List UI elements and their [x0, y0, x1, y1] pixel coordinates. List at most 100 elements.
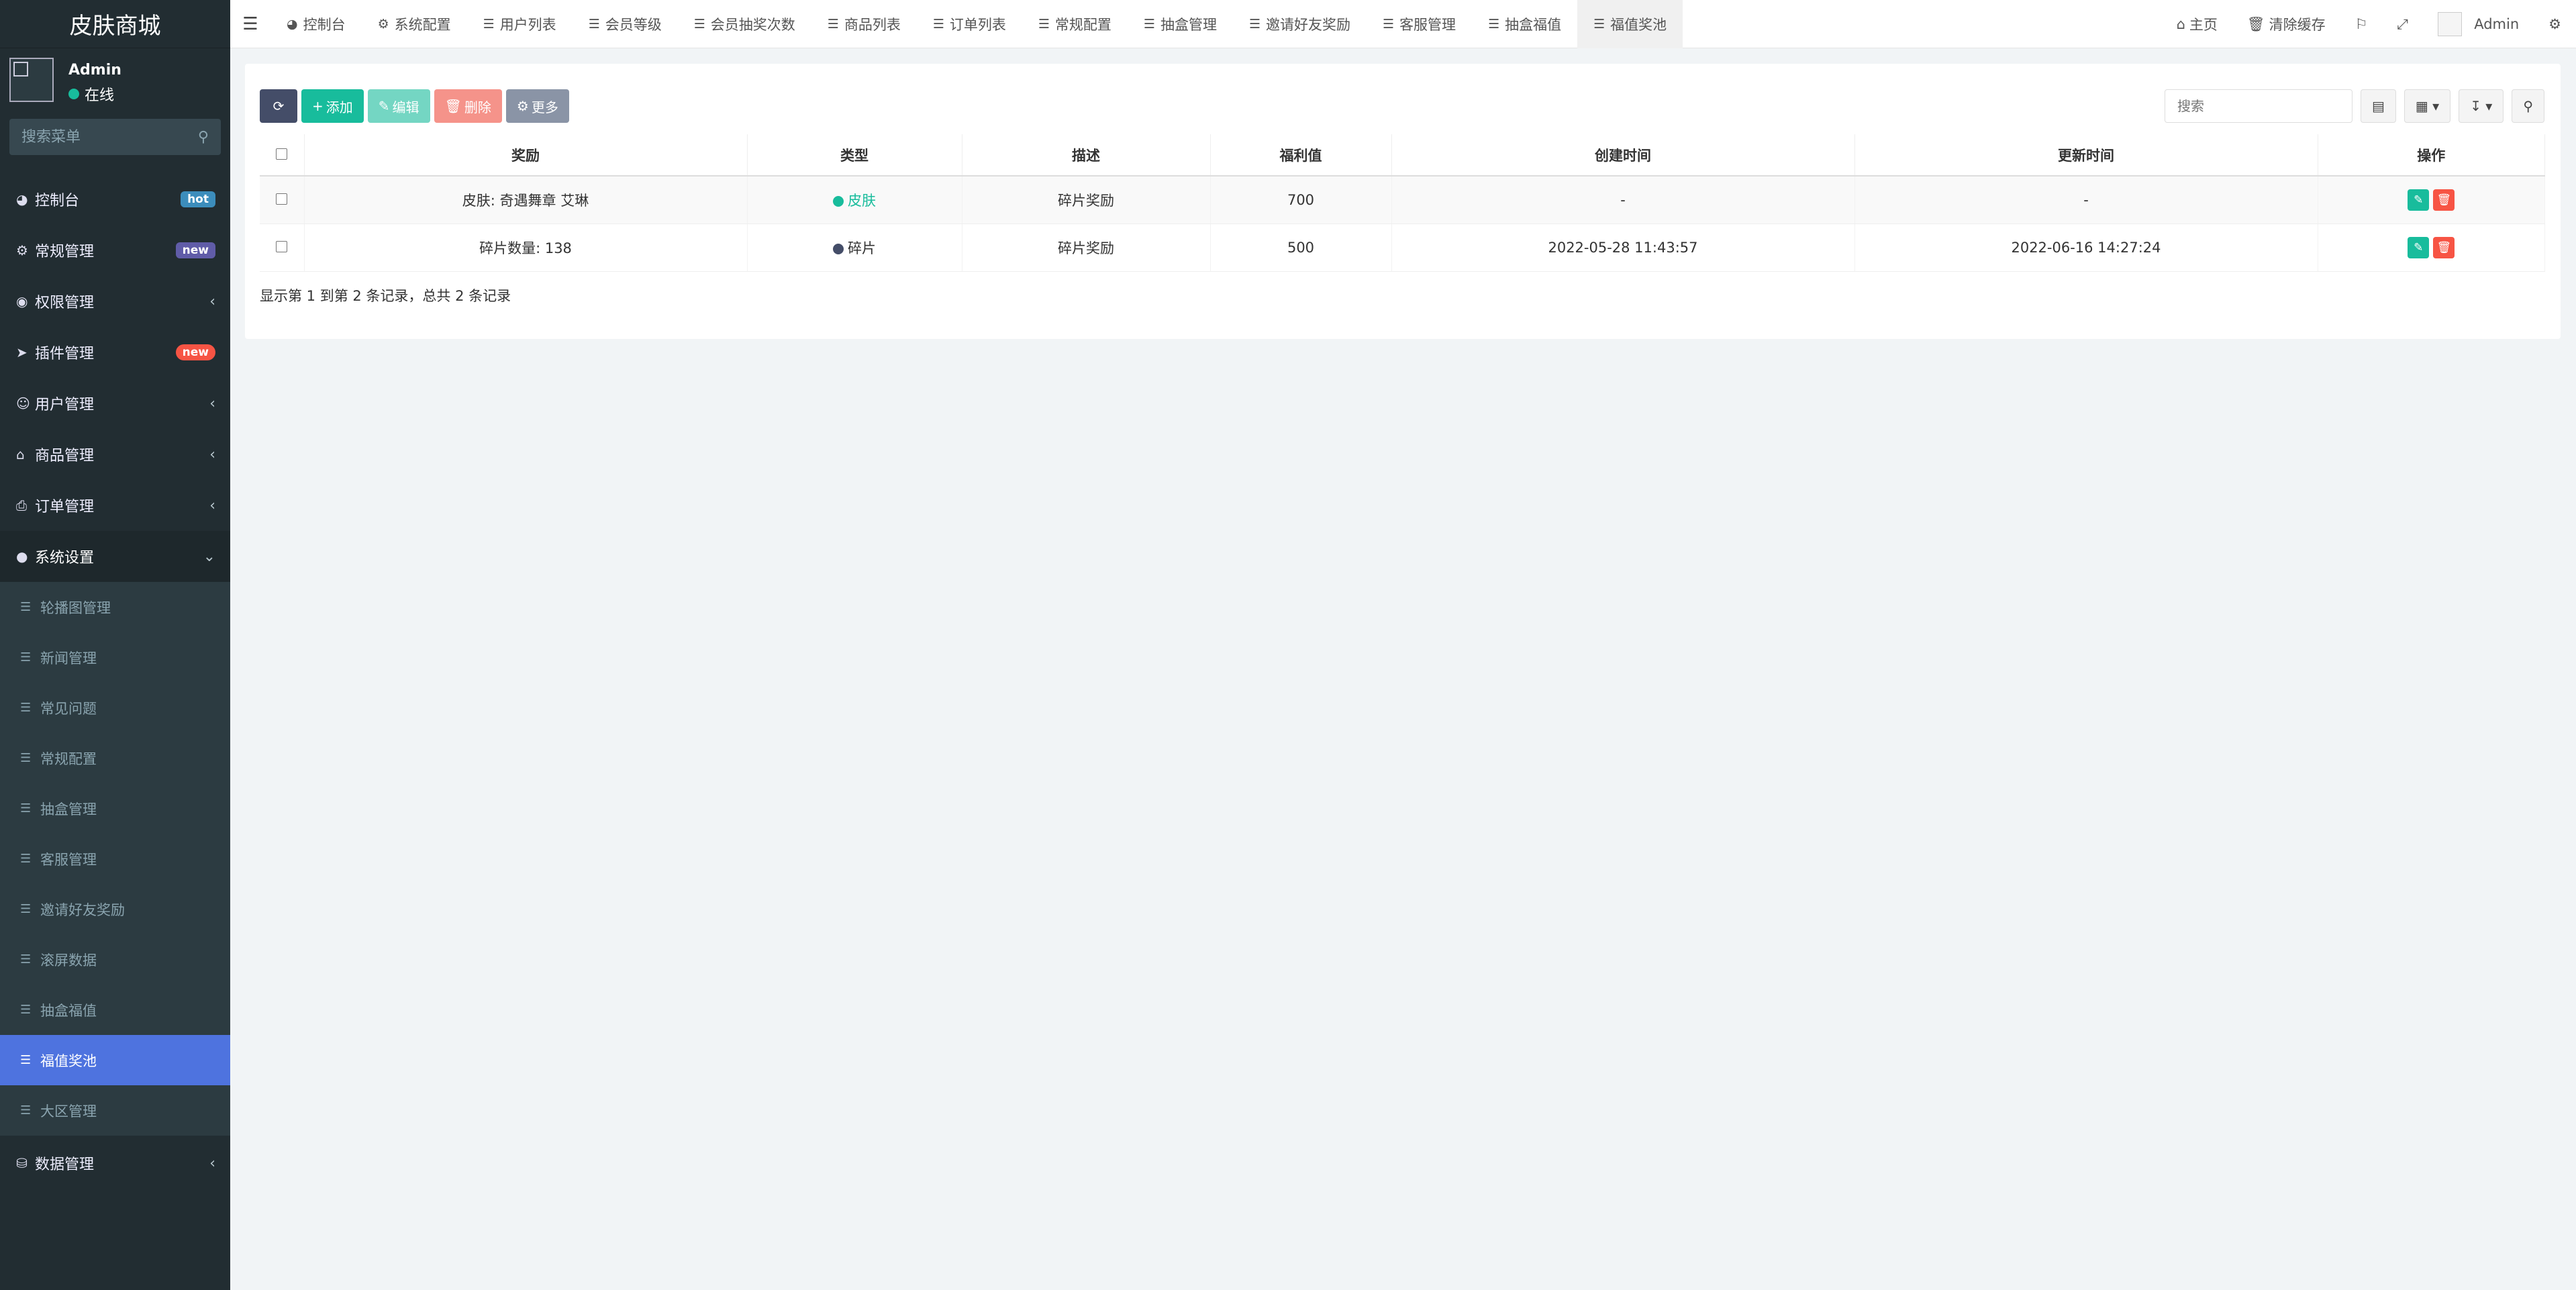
- plus-icon: +: [312, 98, 324, 114]
- tab-invite-reward[interactable]: ☰ 邀请好友奖励: [1233, 0, 1367, 48]
- sidebar-item-goods[interactable]: ⌂ 商品管理 ‹: [0, 429, 230, 480]
- tab-order-list[interactable]: ☰ 订单列表: [917, 0, 1022, 48]
- list-icon: ☰: [20, 801, 32, 815]
- settings-button[interactable]: ⚙: [2534, 0, 2576, 48]
- tab-member-draws[interactable]: ☰ 会员抽奖次数: [678, 0, 811, 48]
- tab-customer-service[interactable]: ☰ 客服管理: [1367, 0, 1472, 48]
- avatar: [9, 58, 54, 102]
- submenu-item[interactable]: ☰ 邀请好友奖励: [0, 884, 230, 934]
- clear-cache-button[interactable]: 🗑 清除缓存: [2232, 0, 2340, 48]
- fullscreen-button[interactable]: ⤢: [2382, 0, 2423, 48]
- sidebar-item-dashboard[interactable]: ◕ 控制台 hot: [0, 174, 230, 225]
- sidebar-item-data[interactable]: ⛁ 数据管理 ‹: [0, 1136, 230, 1191]
- user-panel: Admin 在线: [0, 48, 230, 112]
- list-icon: ☰: [20, 902, 32, 916]
- home-link[interactable]: ⌂ 主页: [2162, 0, 2232, 48]
- table-search-input[interactable]: [2164, 89, 2352, 123]
- user-menu[interactable]: Admin: [2423, 0, 2534, 48]
- chevron-left-icon: ‹: [209, 1154, 215, 1172]
- submenu-item[interactable]: ☰ 新闻管理: [0, 632, 230, 683]
- tab-goods-list[interactable]: ☰ 商品列表: [811, 0, 917, 48]
- table-tools: ▤ ▦ ▾ ↧ ▾ ⚲: [2164, 89, 2544, 123]
- sidebar-item-users[interactable]: ☺ 用户管理 ‹: [0, 378, 230, 429]
- tab-dashboard[interactable]: ◕ 控制台: [270, 0, 362, 48]
- refresh-button[interactable]: ⟳: [260, 89, 297, 123]
- search-icon: ⚲: [2523, 98, 2533, 114]
- sidebar-item-auth[interactable]: ◉ 权限管理 ‹: [0, 276, 230, 327]
- content-panel: ⟳ +添加 ✎编辑 🗑删除 ⚙更多 ▤ ▦ ▾ ↧ ▾ ⚲ 奖励 类型 描述 福…: [245, 64, 2561, 339]
- table-row: 碎片数量: 138 碎片 碎片奖励 500 2022-05-28 11:43:5…: [260, 224, 2545, 272]
- column-header[interactable]: 描述: [962, 134, 1211, 177]
- more-button[interactable]: ⚙ 更多: [505, 89, 569, 123]
- table-header-row: 奖励 类型 描述 福利值 创建时间 更新时间 操作: [260, 134, 2545, 177]
- column-header[interactable]: 类型: [747, 134, 962, 177]
- language-button[interactable]: ⚐: [2340, 0, 2383, 48]
- menu-search: ⚲: [9, 119, 221, 155]
- column-header[interactable]: 更新时间: [1854, 134, 2318, 177]
- column-header[interactable]: 创建时间: [1391, 134, 1855, 177]
- row-delete-button[interactable]: 🗑: [2433, 236, 2455, 258]
- submenu-item[interactable]: ☰ 大区管理: [0, 1085, 230, 1136]
- list-icon: ☰: [1248, 16, 1261, 32]
- print-icon: ⎙: [16, 497, 27, 513]
- row-select-cell: [260, 176, 305, 224]
- row-checkbox[interactable]: [276, 193, 288, 205]
- delete-button[interactable]: 🗑 删除: [434, 89, 502, 123]
- table-row: 皮肤: 奇遇舞章 艾琳 皮肤 碎片奖励 700 - - ✎ 🗑: [260, 176, 2545, 224]
- toggle-view-button[interactable]: ▤: [2360, 89, 2396, 123]
- add-button[interactable]: + 添加: [301, 89, 364, 123]
- submenu-item-active[interactable]: ☰ 福值奖池: [0, 1035, 230, 1085]
- new-badge: new: [175, 344, 215, 360]
- search-icon[interactable]: ⚲: [198, 129, 209, 146]
- app-logo[interactable]: 皮肤商城: [0, 0, 230, 48]
- sidebar-item-general[interactable]: ⚙ 常规管理 new: [0, 225, 230, 276]
- new-badge: new: [175, 242, 215, 258]
- actions-cell: ✎ 🗑: [2318, 176, 2545, 224]
- top-right-tools: ⌂ 主页 🗑 清除缓存 ⚐ ⤢ Admin ⚙: [2162, 0, 2576, 48]
- tab-bar: ◕ 控制台 ⚙ 系统配置 ☰ 用户列表 ☰ 会员等级 ☰ 会员抽奖次数 ☰ 商品列表 ☰ 订单…: [270, 0, 1683, 48]
- value-cell: 700: [1210, 176, 1392, 224]
- row-delete-button[interactable]: 🗑: [2433, 189, 2455, 211]
- tab-general-config[interactable]: ☰ 常规配置: [1022, 0, 1128, 48]
- submenu-item[interactable]: ☰ 抽盒福值: [0, 985, 230, 1035]
- tab-member-level[interactable]: ☰ 会员等级: [573, 0, 678, 48]
- tab-box-manage[interactable]: ☰ 抽盒管理: [1128, 0, 1233, 48]
- user-icon: ☺: [16, 395, 30, 411]
- row-edit-button[interactable]: ✎: [2408, 189, 2430, 211]
- updated-cell: 2022-06-16 14:27:24: [1854, 224, 2318, 272]
- sidebar-item-addon[interactable]: ➤ 插件管理 new: [0, 327, 230, 378]
- submenu-item[interactable]: ☰ 滚屏数据: [0, 934, 230, 985]
- edit-button[interactable]: ✎ 编辑: [367, 89, 430, 123]
- submenu-item[interactable]: ☰ 常规配置: [0, 733, 230, 783]
- menu-search-input[interactable]: [21, 128, 183, 146]
- row-checkbox[interactable]: [276, 240, 288, 252]
- chevron-left-icon: ‹: [209, 497, 215, 514]
- select-all-checkbox[interactable]: [276, 148, 288, 160]
- list-icon: ☰: [827, 16, 839, 32]
- user-status: 在线: [68, 83, 114, 105]
- sidebar-item-orders[interactable]: ⎙ 订单管理 ‹: [0, 480, 230, 531]
- submenu-item[interactable]: ☰ 抽盒管理: [0, 783, 230, 834]
- submenu-item[interactable]: ☰ 轮播图管理: [0, 582, 230, 632]
- column-header[interactable]: 福利值: [1210, 134, 1392, 177]
- submenu-item[interactable]: ☰ 常见问题: [0, 683, 230, 733]
- export-button[interactable]: ↧ ▾: [2459, 89, 2504, 123]
- submenu-item[interactable]: ☰ 客服管理: [0, 834, 230, 884]
- data-table: 奖励 类型 描述 福利值 创建时间 更新时间 操作 皮肤: 奇遇舞章 艾琳 皮肤…: [260, 134, 2545, 272]
- column-header[interactable]: 奖励: [304, 134, 748, 177]
- row-select-cell: [260, 224, 305, 272]
- tab-user-list[interactable]: ☰ 用户列表: [467, 0, 573, 48]
- tab-system-config[interactable]: ⚙ 系统配置: [362, 0, 467, 48]
- row-edit-button[interactable]: ✎: [2408, 236, 2430, 258]
- menu-toggle-icon[interactable]: ☰: [230, 14, 270, 34]
- advanced-search-button[interactable]: ⚲: [2512, 89, 2544, 123]
- trash-icon: 🗑: [2246, 15, 2265, 32]
- list-icon: ☰: [1593, 16, 1605, 32]
- type-cell: 碎片: [747, 224, 962, 272]
- tab-box-fortune[interactable]: ☰ 抽盒福值: [1472, 0, 1577, 48]
- group-icon: ◉: [16, 293, 28, 309]
- sidebar-item-system[interactable]: ● 系统设置 ⌄: [0, 531, 230, 582]
- tab-fortune-pool[interactable]: ☰ 福值奖池: [1577, 0, 1683, 48]
- columns-button[interactable]: ▦ ▾: [2404, 89, 2451, 123]
- list-icon: ☰: [20, 701, 32, 715]
